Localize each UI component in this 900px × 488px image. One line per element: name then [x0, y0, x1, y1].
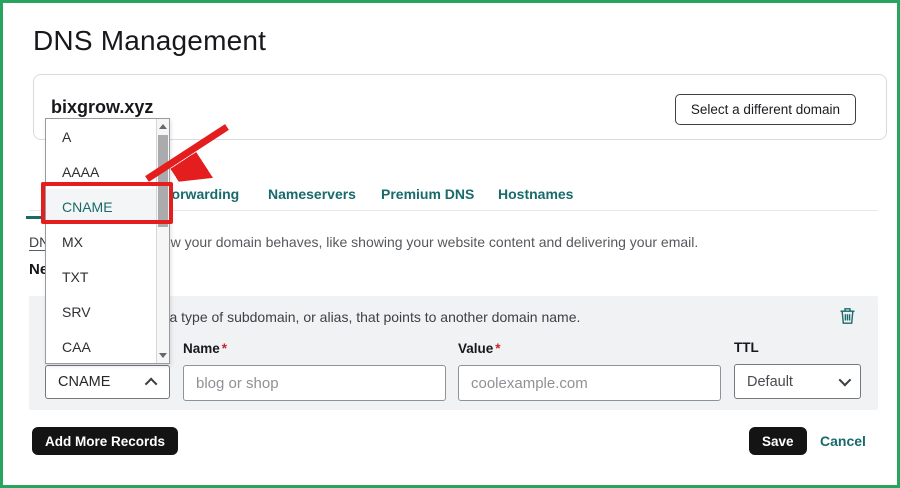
tab-premium-dns[interactable]: Premium DNS — [381, 186, 474, 202]
tab-hostnames[interactable]: Hostnames — [498, 186, 573, 202]
tab-nameservers[interactable]: Nameservers — [268, 186, 356, 202]
dns-intro-rest: define how your domain behaves, like sho… — [109, 234, 698, 250]
cancel-link[interactable]: Cancel — [820, 433, 866, 449]
scroll-up-icon[interactable] — [159, 124, 167, 129]
name-input[interactable] — [183, 365, 446, 401]
ttl-field-label: TTL — [734, 340, 759, 355]
value-input[interactable] — [458, 365, 721, 401]
dropdown-option-aaaa[interactable]: AAAA — [46, 154, 158, 189]
record-type-select[interactable]: CNAME — [45, 365, 170, 399]
name-field-label: Name* — [183, 341, 227, 356]
select-different-domain-button[interactable]: Select a different domain — [675, 94, 856, 125]
tab-forwarding[interactable]: Forwarding — [163, 186, 239, 202]
value-field-label: Value* — [458, 341, 501, 356]
dropdown-option-cname[interactable]: CNAME — [46, 189, 158, 224]
record-type-dropdown-list: A AAAA CNAME MX TXT SRV CAA — [45, 118, 170, 364]
dropdown-option-srv[interactable]: SRV — [46, 294, 158, 329]
chevron-up-icon — [145, 377, 158, 390]
required-asterisk: * — [222, 341, 227, 356]
save-button[interactable]: Save — [749, 427, 807, 455]
chevron-down-icon — [839, 374, 852, 387]
dropdown-option-a[interactable]: A — [46, 119, 158, 154]
record-type-select-value: CNAME — [58, 374, 110, 390]
dropdown-option-caa[interactable]: CAA — [46, 329, 158, 364]
domain-name: bixgrow.xyz — [51, 97, 153, 118]
dropdown-option-txt[interactable]: TXT — [46, 259, 158, 294]
dropdown-option-mx[interactable]: MX — [46, 224, 158, 259]
ttl-select[interactable]: Default — [734, 364, 861, 399]
scrollbar-thumb[interactable] — [158, 135, 168, 227]
delete-record-icon[interactable] — [838, 307, 856, 325]
add-more-records-button[interactable]: Add More Records — [32, 427, 178, 455]
dropdown-scrollbar[interactable] — [156, 119, 169, 363]
ttl-select-value: Default — [747, 374, 793, 390]
dns-management-page: DNS Management bixgrow.xyz Select a diff… — [0, 0, 900, 488]
page-title: DNS Management — [33, 25, 266, 57]
required-asterisk: * — [495, 341, 500, 356]
scroll-down-icon[interactable] — [159, 353, 167, 358]
